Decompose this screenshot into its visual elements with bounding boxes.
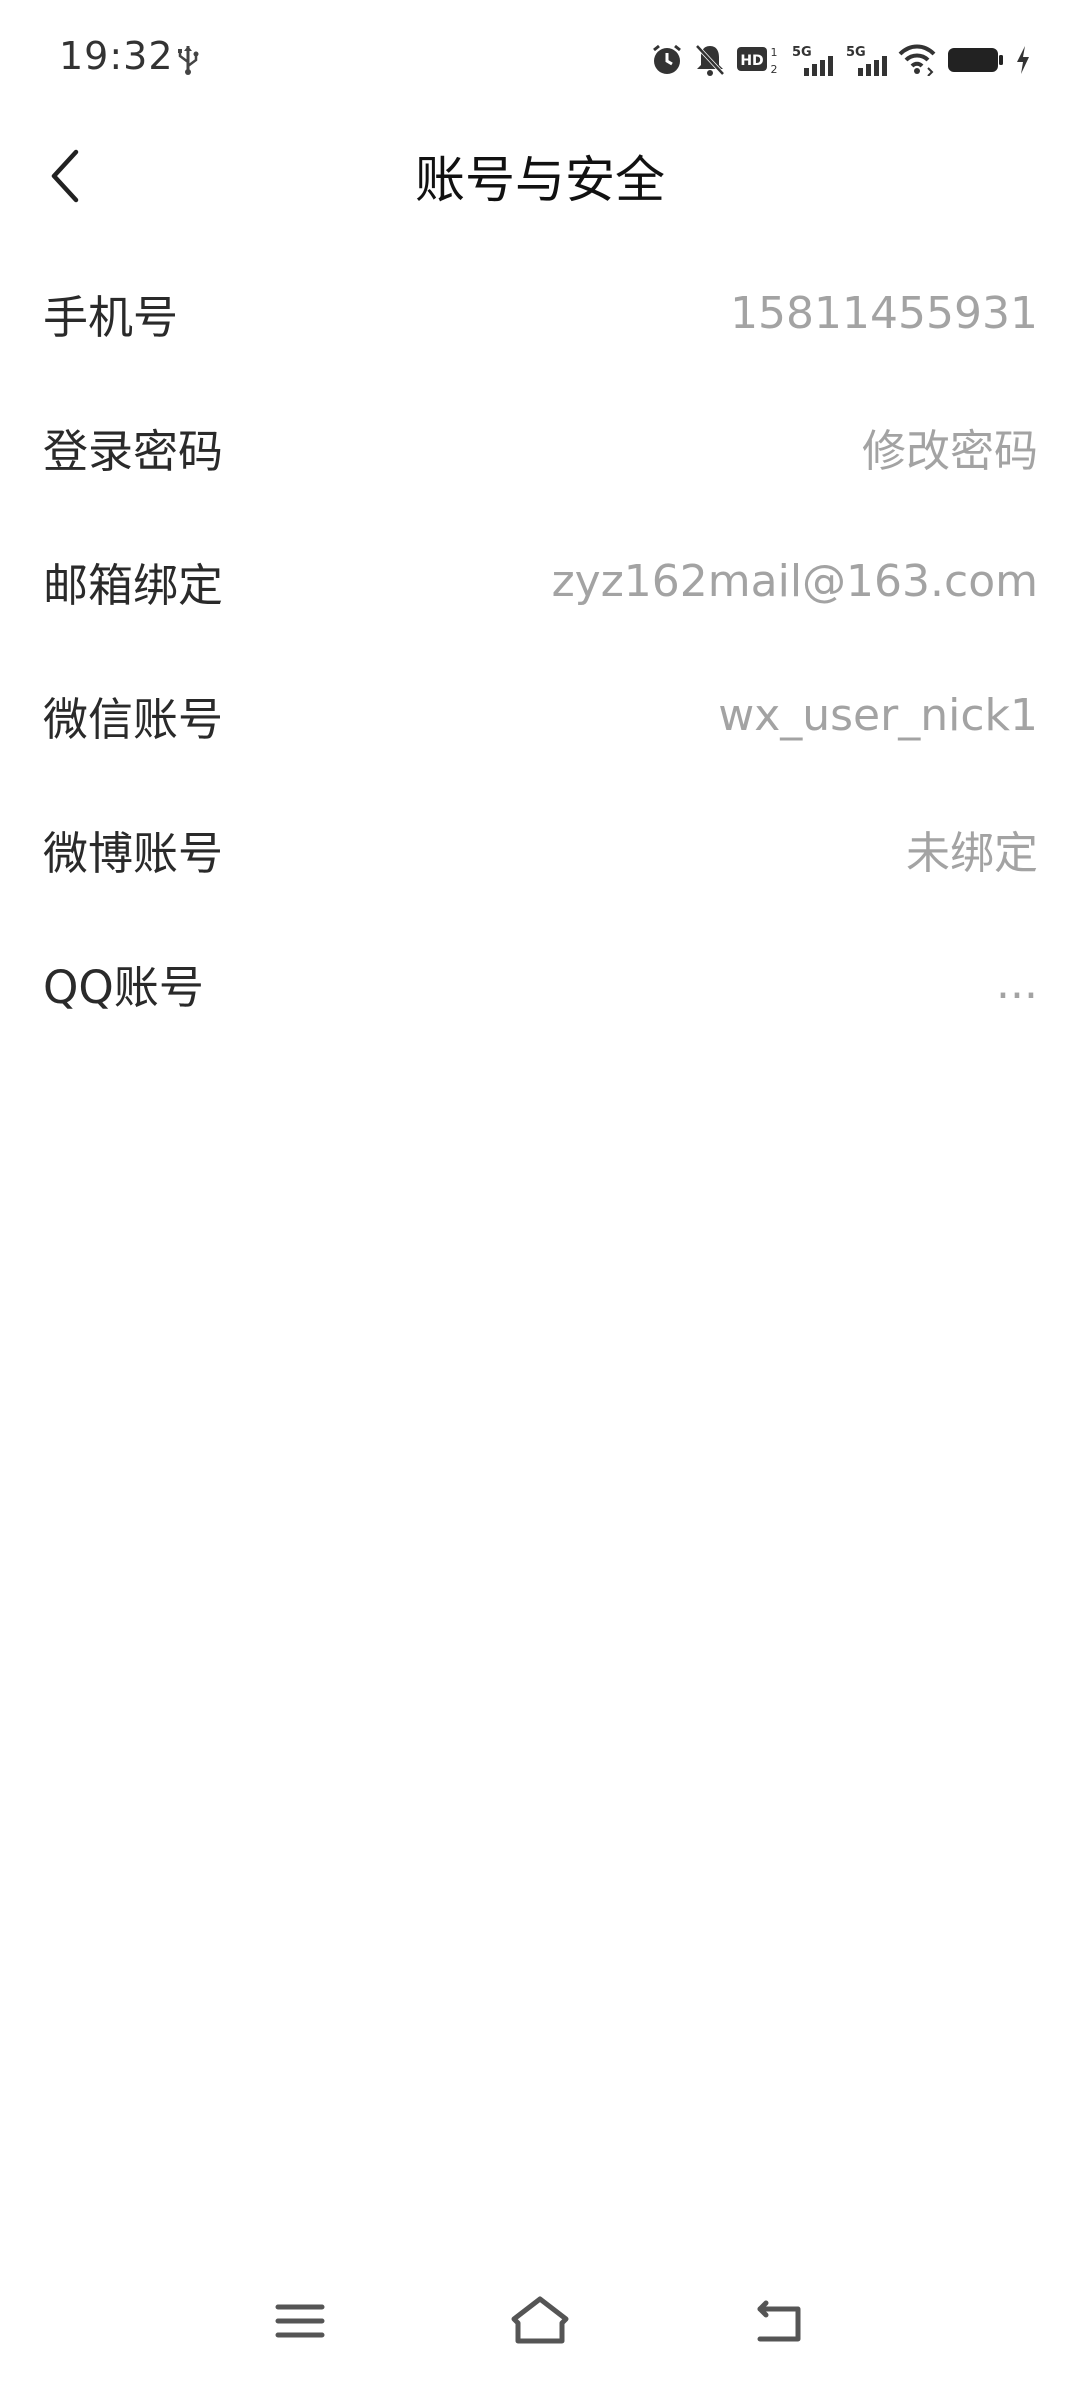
- wechat-account-value: wx_user_nick1: [718, 689, 1038, 741]
- weibo-account-row[interactable]: 微博账号 未绑定: [0, 782, 1080, 916]
- login-password-label: 登录密码: [43, 424, 224, 478]
- alarm-icon: [650, 43, 684, 77]
- svg-text:5G: 5G: [792, 45, 812, 60]
- signal-5g-icon: 5G: [790, 42, 834, 78]
- charging-icon: [1014, 44, 1032, 76]
- svg-text:2: 2: [771, 63, 778, 76]
- qq-account-label: QQ账号: [43, 960, 204, 1014]
- wechat-account-label: 微信账号: [43, 692, 224, 746]
- wechat-account-row[interactable]: 微信账号 wx_user_nick1: [0, 648, 1080, 782]
- phone-number-value: 15811455931: [730, 287, 1038, 339]
- login-password-row[interactable]: 登录密码 修改密码: [0, 380, 1080, 514]
- settings-list: 手机号 15811455931 登录密码 修改密码 邮箱绑定 zyz162mai…: [0, 246, 1080, 1050]
- system-nav-bar: [0, 2278, 1080, 2388]
- change-password-link: 修改密码: [862, 426, 1038, 477]
- usb-icon: [174, 44, 202, 76]
- menu-button[interactable]: [255, 2288, 345, 2358]
- hd-icon: HD 1 2: [736, 43, 780, 77]
- weibo-account-label: 微博账号: [43, 826, 224, 880]
- qq-account-row[interactable]: QQ账号 ...: [0, 916, 1080, 1050]
- status-icons: HD 1 2 5G 5G: [650, 40, 1032, 80]
- battery-icon: [946, 44, 1004, 76]
- email-binding-value: zyz162mail@163.com: [551, 555, 1038, 607]
- weibo-account-value: 未绑定: [906, 828, 1038, 879]
- back-nav-icon: [752, 2297, 808, 2349]
- signal-5g-icon: 5G: [844, 42, 888, 78]
- home-icon: [509, 2295, 571, 2351]
- svg-text:1: 1: [771, 46, 778, 59]
- email-binding-label: 邮箱绑定: [43, 558, 224, 612]
- status-bar: 19:32 HD 1 2 5G 5G: [0, 0, 1080, 118]
- hd-label: HD: [740, 53, 763, 69]
- status-time: 19:32: [59, 34, 174, 78]
- phone-number-row[interactable]: 手机号 15811455931: [0, 246, 1080, 380]
- svg-text:5G: 5G: [846, 45, 866, 60]
- menu-icon: [274, 2299, 326, 2347]
- home-button[interactable]: [495, 2288, 585, 2358]
- mute-icon: [694, 43, 726, 77]
- page-title: 账号与安全: [415, 151, 665, 209]
- wifi-icon: [898, 44, 936, 76]
- email-binding-row[interactable]: 邮箱绑定 zyz162mail@163.com: [0, 514, 1080, 648]
- phone-number-label: 手机号: [43, 290, 179, 344]
- back-nav-button[interactable]: [735, 2288, 825, 2358]
- header: 账号与安全: [0, 118, 1080, 246]
- qq-account-value: ...: [996, 957, 1038, 1009]
